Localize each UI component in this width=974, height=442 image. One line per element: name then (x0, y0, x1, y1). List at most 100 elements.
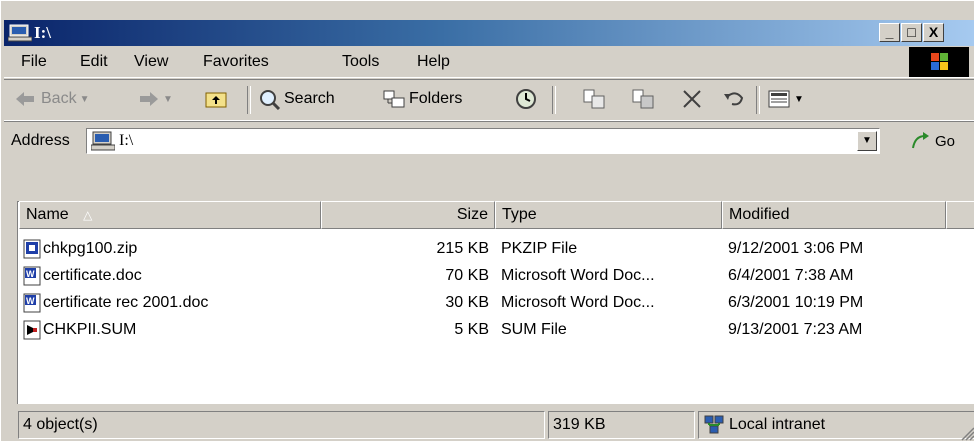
local-intranet-icon (704, 415, 724, 434)
svg-text:W: W (26, 296, 35, 306)
status-zone-text: Local intranet (729, 416, 826, 433)
move-to-icon (583, 89, 605, 109)
toolbar-separator (247, 86, 251, 114)
file-type: SUM File (501, 321, 567, 338)
file-type: Microsoft Word Doc... (501, 267, 655, 284)
explorer-window: I:\ _ □ X File Edit View Favorites Tools… (0, 0, 974, 441)
menu-file[interactable]: File (21, 53, 47, 71)
address-value: I:\ (119, 132, 134, 149)
computer-drive-icon (8, 24, 32, 42)
column-header-type[interactable]: Type (495, 201, 722, 229)
back-button[interactable]: Back ▼ (14, 88, 89, 110)
back-dropdown-icon[interactable]: ▼ (80, 94, 90, 105)
copy-to-button[interactable] (631, 88, 655, 110)
file-type: PKZIP File (501, 240, 578, 257)
column-type-label: Type (502, 206, 537, 223)
address-dropdown-button[interactable]: ▼ (857, 131, 877, 151)
word-doc-icon: W (23, 266, 41, 286)
svg-text:W: W (26, 269, 35, 279)
maximize-button[interactable]: □ (901, 23, 922, 42)
file-name: CHKPII.SUM (43, 321, 137, 338)
up-folder-icon (205, 92, 227, 108)
toolbar-separator (756, 86, 760, 114)
forward-arrow-icon (140, 92, 158, 106)
go-arrow-icon (912, 132, 929, 149)
address-label: Address (11, 132, 70, 149)
status-zone: Local intranet (698, 411, 974, 439)
status-object-count: 4 object(s) (18, 411, 545, 439)
file-name: chkpg100.zip (43, 240, 138, 257)
table-row[interactable]: W certificate rec 2001.doc 30 KB Microso… (19, 291, 974, 317)
zip-file-icon (23, 239, 41, 259)
folders-label: Folders (409, 90, 463, 107)
folders-button[interactable]: Folders (382, 88, 462, 110)
file-modified: 9/13/2001 7:23 AM (728, 321, 863, 338)
delete-icon (683, 90, 701, 108)
column-header-name[interactable]: Name △ (19, 201, 321, 229)
address-input[interactable]: I:\ ▼ (86, 128, 880, 154)
column-header-empty (946, 201, 974, 229)
file-type: Microsoft Word Doc... (501, 294, 655, 311)
file-rows: chkpg100.zip 215 KB PKZIP File 9/12/2001… (19, 237, 974, 357)
back-arrow-icon (16, 92, 34, 106)
undo-button[interactable] (722, 88, 746, 110)
menu-tools[interactable]: Tools (342, 53, 379, 71)
file-modified: 6/4/2001 7:38 AM (728, 267, 854, 284)
close-button[interactable]: X (923, 23, 944, 42)
history-button[interactable] (514, 88, 538, 110)
windows-logo-icon (909, 47, 969, 77)
resize-grip-icon[interactable] (959, 425, 974, 441)
list-header: Name △ Size Type Modified (19, 201, 974, 229)
go-label: Go (935, 132, 956, 150)
table-row[interactable]: CHKPII.SUM 5 KB SUM File 9/13/2001 7:23 … (19, 318, 974, 344)
up-folder-button[interactable] (204, 88, 228, 110)
copy-to-icon (632, 89, 654, 109)
file-modified: 9/12/2001 3:06 PM (728, 240, 864, 257)
table-row[interactable]: W certificate.doc 70 KB Microsoft Word D… (19, 264, 974, 290)
forward-button[interactable]: ▼ (136, 88, 173, 110)
sum-file-icon (23, 320, 41, 340)
sort-ascending-icon: △ (83, 208, 93, 222)
column-header-size[interactable]: Size (321, 201, 495, 229)
menu-edit[interactable]: Edit (80, 53, 108, 71)
search-icon (260, 90, 281, 110)
views-dropdown-icon[interactable]: ▼ (794, 94, 804, 105)
computer-drive-icon (91, 131, 115, 151)
search-button[interactable]: Search (257, 88, 335, 110)
status-bar: 4 object(s) 319 KB Local intranet (4, 407, 974, 442)
word-doc-icon: W (23, 293, 41, 313)
column-name-label: Name (26, 206, 69, 223)
folders-icon (383, 90, 405, 108)
menu-help[interactable]: Help (417, 53, 450, 71)
go-button[interactable]: Go (909, 130, 955, 152)
standard-toolbar: Back ▼ ▼ Search Folders ▼ (4, 79, 974, 121)
menu-favorites[interactable]: Favorites (203, 53, 269, 71)
file-modified: 6/3/2001 10:19 PM (728, 294, 864, 311)
forward-dropdown-icon[interactable]: ▼ (163, 94, 173, 105)
window-title: I:\ (34, 23, 51, 42)
back-label: Back (41, 90, 77, 107)
minimize-button[interactable]: _ (879, 23, 900, 42)
search-label: Search (284, 90, 335, 107)
toolbar-separator (552, 86, 556, 114)
file-size: 215 KB (436, 240, 489, 257)
menu-bar: File Edit View Favorites Tools Help (4, 47, 974, 78)
delete-button[interactable] (680, 88, 704, 110)
views-button[interactable]: ▼ (767, 88, 804, 110)
file-size: 5 KB (454, 321, 489, 338)
status-objects-text: 4 object(s) (23, 416, 98, 433)
menu-view[interactable]: View (134, 53, 168, 71)
history-icon (516, 89, 536, 109)
file-size: 30 KB (445, 294, 489, 311)
column-modified-label: Modified (729, 206, 790, 223)
status-size-text: 319 KB (553, 416, 606, 433)
move-to-button[interactable] (582, 88, 606, 110)
undo-icon (724, 92, 744, 106)
file-name: certificate rec 2001.doc (43, 294, 209, 311)
column-header-modified[interactable]: Modified (722, 201, 946, 229)
table-row[interactable]: chkpg100.zip 215 KB PKZIP File 9/12/2001… (19, 237, 974, 263)
title-bar[interactable]: I:\ _ □ X (4, 20, 974, 46)
address-bar: Address I:\ ▼ Go (4, 121, 974, 160)
status-total-size: 319 KB (548, 411, 695, 439)
file-name: certificate.doc (43, 267, 142, 284)
